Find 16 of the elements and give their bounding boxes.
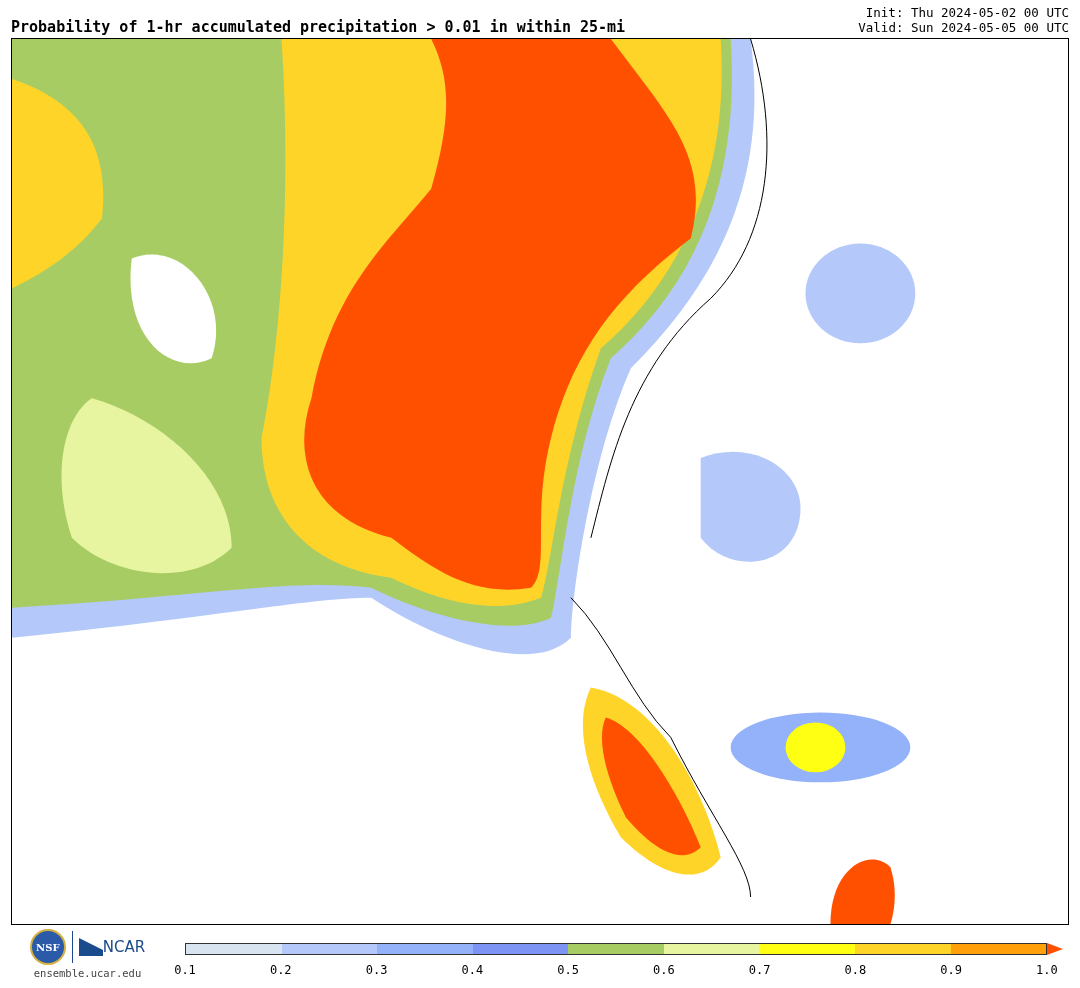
valid-time: Valid: Sun 2024-05-05 00 UTC (858, 20, 1069, 35)
nsf-logo: NSF (29, 929, 66, 965)
tick-label: 0.4 (460, 962, 485, 979)
ncar-logo: NCAR (78, 935, 146, 959)
chart-title: Probability of 1-hr accumulated precipitation > 0.01 in within 25-mi (11, 20, 626, 35)
tick-label: 0.5 (556, 962, 580, 979)
tick-label: 0.7 (747, 962, 772, 979)
tick-label: 0.9 (939, 962, 963, 979)
init-time: Init: Thu 2024-05-02 00 UTC (865, 5, 1069, 20)
tick-label: 0.2 (268, 962, 293, 979)
tick-label: 0.6 (652, 962, 676, 979)
tick-label: 0.1 (173, 962, 197, 979)
tick-label: 1.0 (1035, 962, 1059, 979)
tick-label: 0.3 (364, 962, 389, 979)
site-url: ensemble.ucar.edu (33, 966, 142, 981)
tick-label: 0.8 (843, 962, 868, 979)
